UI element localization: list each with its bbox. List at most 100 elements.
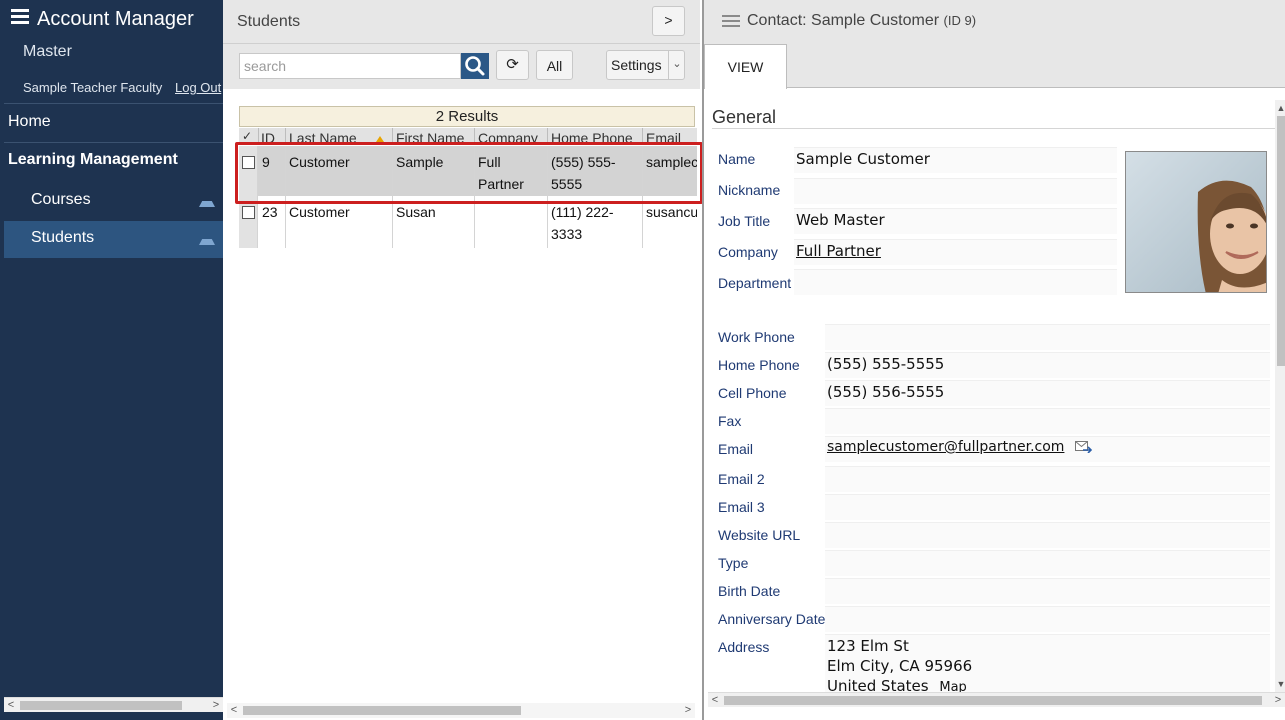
section-learning-management[interactable]: Learning Management: [8, 151, 178, 169]
scrollbar-thumb[interactable]: [243, 706, 521, 715]
email2-value: [825, 466, 1270, 492]
nickname-value: [794, 178, 1117, 204]
scroll-right-icon[interactable]: >: [681, 703, 695, 717]
website-label: Website URL: [718, 527, 801, 543]
birth-date-label: Birth Date: [718, 583, 781, 599]
birth-date-value: [825, 578, 1270, 604]
type-value: [825, 550, 1270, 576]
sidebar-item-label: Students: [31, 229, 95, 246]
scroll-right-icon[interactable]: >: [209, 698, 223, 712]
email3-value: [825, 494, 1270, 520]
anniversary-label: Anniversary Date: [718, 611, 826, 627]
name-value: Sample Customer: [794, 147, 1117, 173]
cell-phone-label: Cell Phone: [718, 385, 787, 401]
master-label[interactable]: Master: [23, 43, 72, 61]
scroll-left-icon[interactable]: <: [227, 703, 241, 717]
detail-header: Contact: Sample Customer (ID 9): [704, 0, 1285, 44]
job-title-value: Web Master: [794, 208, 1117, 234]
avatar: [1126, 152, 1266, 292]
scroll-left-icon[interactable]: <: [4, 698, 18, 712]
scroll-up-icon[interactable]: ▲: [1275, 102, 1285, 114]
sidebar-item-home[interactable]: Home: [4, 104, 223, 142]
tab-view[interactable]: VIEW: [704, 44, 787, 89]
scrollbar-thumb[interactable]: [724, 696, 1262, 705]
scrollbar-thumb[interactable]: [1277, 116, 1285, 366]
list-toolbar: ⟳ All Settings ⌄: [223, 44, 700, 89]
address-label: Address: [718, 639, 770, 655]
detail-vertical-scrollbar[interactable]: ▲ ▼: [1275, 100, 1285, 692]
search-button[interactable]: [461, 53, 489, 79]
work-phone-value: [825, 324, 1270, 350]
address-line-3-container: United States Map: [827, 676, 1268, 692]
detail-title: Contact: Sample Customer (ID 9): [747, 12, 976, 30]
menu-icon[interactable]: [722, 15, 740, 29]
search-input[interactable]: [239, 53, 461, 79]
detail-body: General Name Sample Customer Nickname Jo…: [704, 89, 1275, 692]
address-value: 123 Elm St Elm City, CA 95966 United Sta…: [825, 634, 1270, 692]
email3-label: Email 3: [718, 499, 765, 515]
app-title: Account Manager: [37, 8, 194, 30]
email-value-cell: samplecustomer@fullpartner.com: [825, 436, 1270, 462]
menu-icon[interactable]: [11, 9, 29, 25]
company-link[interactable]: Full Partner: [796, 242, 881, 260]
email-link[interactable]: samplecustomer@fullpartner.com: [827, 439, 1064, 455]
results-count: 2 Results: [239, 106, 695, 127]
company-label: Company: [718, 244, 778, 260]
job-title-label: Job Title: [718, 213, 771, 229]
collapse-icon[interactable]: [199, 201, 215, 207]
selected-row-highlight: [235, 142, 703, 204]
refresh-icon: ⟳: [506, 56, 519, 73]
address-line-3: United States: [827, 677, 929, 692]
all-button[interactable]: All: [536, 50, 573, 80]
collapse-icon[interactable]: [199, 239, 215, 245]
address-line-2: Elm City, CA 95966: [827, 657, 973, 675]
home-phone-value: (555) 555-5555: [825, 352, 1270, 378]
name-label: Name: [718, 151, 756, 167]
select-all-column[interactable]: ✓: [242, 129, 252, 143]
detail-tabs: VIEW: [704, 44, 1285, 89]
sidebar-item-students[interactable]: Students: [4, 221, 223, 258]
section-general: General: [712, 107, 1275, 129]
website-value: [825, 522, 1270, 548]
work-phone-label: Work Phone: [718, 329, 795, 345]
contact-id: (ID 9): [943, 13, 977, 28]
sidebar: Account Manager Master Sample Teacher Fa…: [0, 0, 223, 720]
scroll-right-icon[interactable]: >: [1271, 693, 1285, 707]
list-header: Students >: [223, 0, 700, 44]
scroll-left-icon[interactable]: <: [708, 693, 722, 707]
sidebar-header: Account Manager: [0, 0, 223, 40]
scrollbar-thumb[interactable]: [20, 701, 182, 710]
expand-button[interactable]: >: [652, 6, 685, 36]
department-value: [794, 269, 1117, 295]
company-value-cell: Full Partner: [794, 239, 1117, 265]
search-icon: [465, 56, 485, 76]
scroll-down-icon[interactable]: ▼: [1275, 678, 1285, 690]
cell-phone-value: (555) 556-5555: [825, 380, 1270, 406]
sidebar-item-label: Courses: [31, 191, 91, 208]
address-line-1: 123 Elm St: [827, 637, 909, 655]
refresh-button[interactable]: ⟳: [496, 50, 529, 80]
fax-value: [825, 408, 1270, 434]
settings-label: Settings: [611, 57, 662, 73]
email2-label: Email 2: [718, 471, 765, 487]
mail-forward-icon[interactable]: [1074, 441, 1093, 454]
divider: [4, 142, 223, 143]
chevron-down-icon[interactable]: ⌄: [668, 50, 685, 80]
contact-photo: [1125, 151, 1267, 293]
sidebar-horizontal-scrollbar[interactable]: < >: [4, 697, 223, 712]
list-horizontal-scrollbar[interactable]: < >: [227, 703, 695, 718]
contact-title: Contact: Sample Customer: [747, 12, 940, 29]
list-title: Students: [237, 13, 301, 30]
nickname-label: Nickname: [718, 182, 781, 198]
row-checkbox[interactable]: [242, 206, 255, 219]
type-label: Type: [718, 555, 749, 571]
fax-label: Fax: [718, 413, 742, 429]
sidebar-item-courses[interactable]: Courses: [4, 183, 223, 220]
detail-horizontal-scrollbar[interactable]: < >: [708, 692, 1285, 707]
anniversary-value: [825, 606, 1270, 632]
map-link[interactable]: Map: [939, 680, 966, 692]
home-phone-label: Home Phone: [718, 357, 800, 373]
contact-detail-panel: Contact: Sample Customer (ID 9) VIEW Gen…: [702, 0, 1285, 720]
logout-link[interactable]: Log Out: [175, 80, 221, 95]
department-label: Department: [718, 275, 792, 291]
